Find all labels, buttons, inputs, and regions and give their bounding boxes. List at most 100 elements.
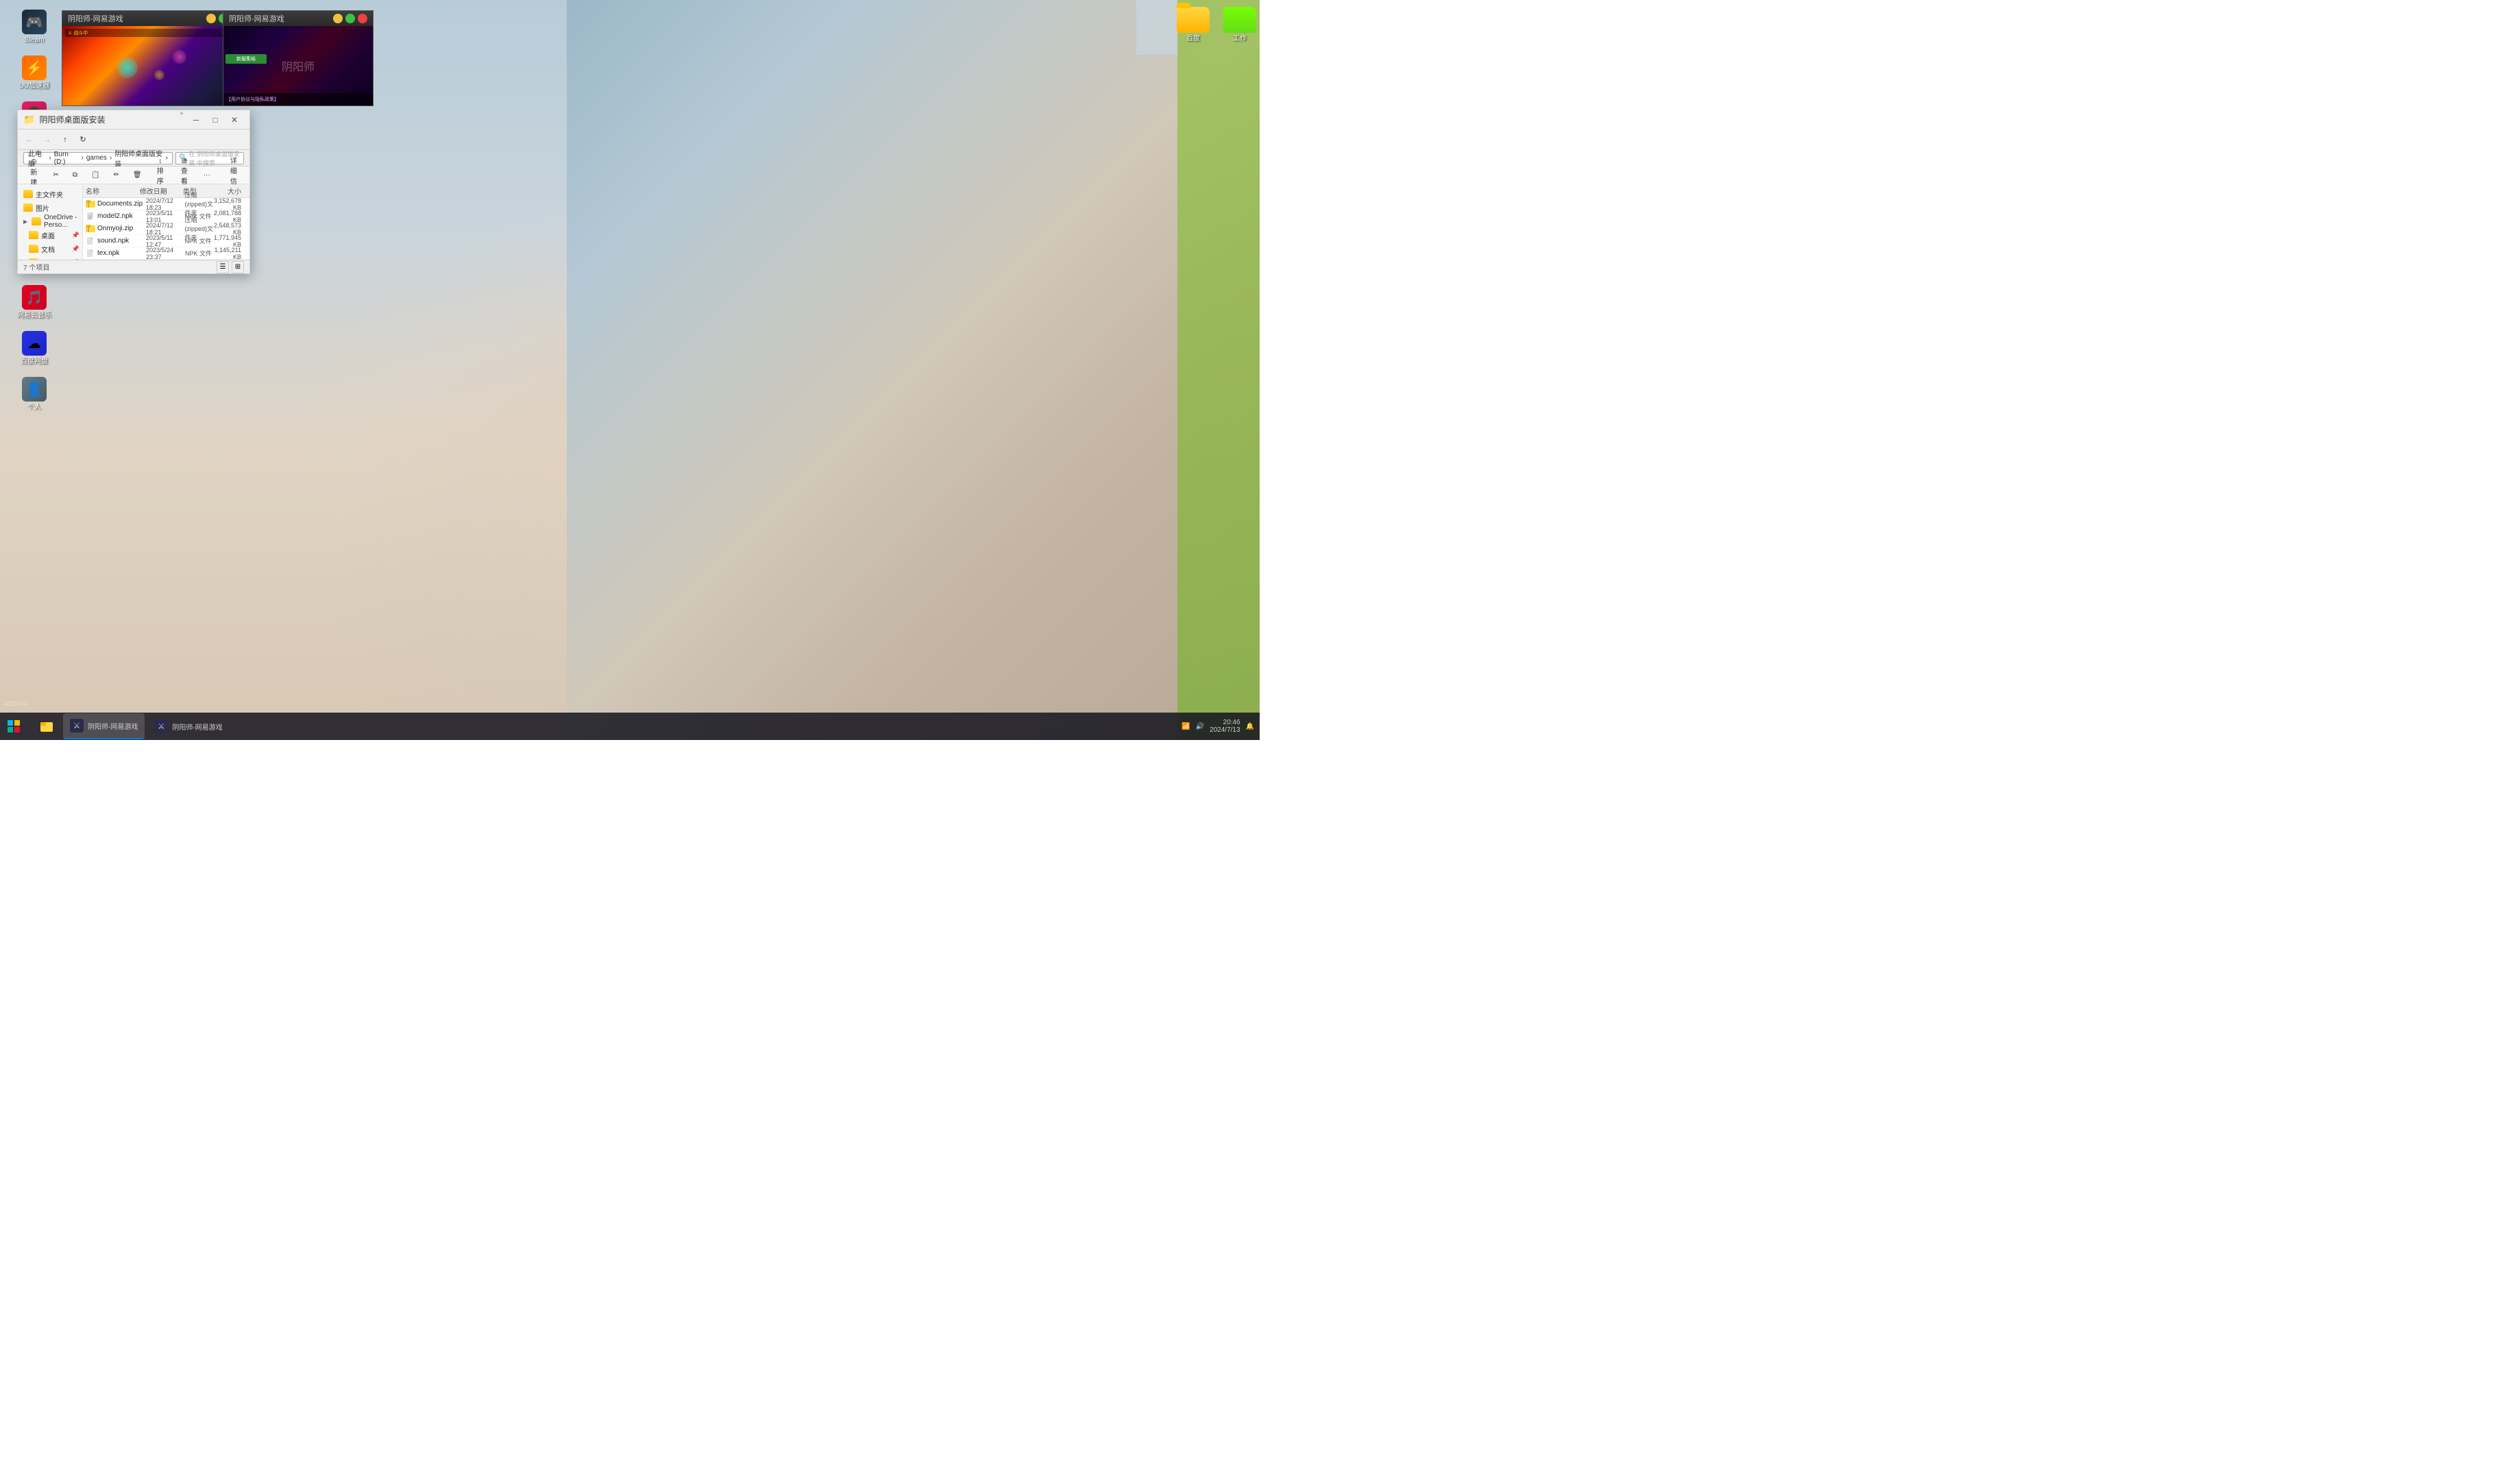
game-window-2-maximize[interactable]: □ (345, 14, 355, 23)
taskbar-right-area: 📶 🔊 20:46 2024/7/13 🔔 (1182, 719, 1260, 734)
forward-button[interactable]: → (40, 132, 55, 147)
documents-zip-name: Documents.zip (97, 200, 146, 208)
start-button[interactable] (0, 713, 27, 740)
taskbar-item-game1[interactable]: ⚔ 阴阳师-网易游戏 (63, 713, 145, 739)
desktop-icon-folder2[interactable]: 工作 (1223, 7, 1256, 43)
explorer-titlebar[interactable]: 📁 阴阳师桌面版安装 + ─ □ ✕ (18, 110, 249, 130)
game-window-1-titlebar[interactable]: 阴阳师-网易游戏 ─ □ ✕ (62, 11, 246, 26)
col-header-size[interactable]: 大小 (215, 186, 247, 196)
explorer-title-area: 📁 阴阳师桌面版安装 (23, 114, 105, 125)
explorer-address-bar: 此电脑 › Burn (D:) › games › 阴阳师桌面版安装 › 🔍 在… (18, 150, 249, 166)
explorer-statusbar: 7 个项目 ☰ ⊞ (18, 260, 249, 273)
file-row-tex-npk[interactable]: tex.npk 2023/5/24 23:37 NPK 文件 1,145,211… (83, 247, 249, 260)
desktop-icon-folder1[interactable]: 百度 (1177, 7, 1210, 43)
explorer-nav-toolbar: ← → ↑ ↻ (18, 130, 249, 150)
pictures-folder-icon (23, 204, 33, 212)
game-window-2-title: 阴阳师-网易游戏 (229, 13, 284, 24)
game-window-1-title: 阴阳师-网易游戏 (68, 13, 123, 24)
nav-documents[interactable]: 文档 📌 (18, 242, 82, 256)
game-window-2-titlebar[interactable]: 阴阳师-网易游戏 ─ □ ✕ (223, 11, 373, 26)
game-window-2-controls: ─ □ ✕ (333, 14, 367, 23)
explorer-minimize-button[interactable]: ─ (186, 110, 206, 130)
documents-nav-icon (29, 245, 38, 253)
taskbar-explorer-icon (40, 719, 53, 733)
taskbar-item-explorer[interactable] (33, 713, 60, 739)
tex-npk-date: 2023/5/24 23:37 (146, 247, 185, 260)
taskbar-game1-label: 阴阳师-网易游戏 (88, 721, 138, 731)
rename-button[interactable]: ✏ (108, 169, 123, 182)
grid-view-button[interactable]: ⊞ (232, 261, 244, 273)
model2-npk-size: 2,081,788 KB (214, 210, 247, 223)
tex-npk-name: tex.npk (97, 249, 146, 257)
view-button[interactable]: ⊞ 查看 ▾ (174, 169, 195, 182)
col-header-name[interactable]: 名称 (86, 186, 140, 196)
delete-button[interactable]: 🗑 (128, 169, 147, 182)
column-headers: 名称 修改日期 类型 大小 (83, 184, 249, 198)
onmyoji-zip-icon (86, 225, 95, 233)
new-button[interactable]: ⊕ 新建 ▾ (23, 169, 44, 182)
list-view-button[interactable]: ☰ (217, 261, 229, 273)
onedrive-folder-icon (32, 217, 41, 225)
breadcrumb-sep4: › (166, 154, 168, 162)
netease-label: 网易云音乐 (17, 312, 51, 320)
baidu-label: 百度网盘 (21, 358, 48, 366)
taskbar-clock[interactable]: 20:46 2024/7/13 (1210, 719, 1240, 734)
up-button[interactable]: ↑ (58, 132, 73, 147)
game-window-2-close[interactable]: ✕ (358, 14, 367, 23)
col-header-date[interactable]: 修改日期 (140, 186, 183, 196)
explorer-maximize-button[interactable]: □ (206, 110, 225, 130)
desktop-icon-uu[interactable]: ⚡ UU加速器 (3, 53, 65, 93)
explorer-window-controls: + ─ □ ✕ (177, 110, 244, 130)
sound-npk-size: 1,771,945 KB (214, 234, 247, 248)
sort-button[interactable]: ↕ 排序 ▾ (151, 169, 170, 182)
paste-button[interactable]: 📋 (86, 169, 104, 182)
nav-onedrive[interactable]: ▶ OneDrive - Perso... (18, 214, 82, 228)
explorer-window-title: 阴阳师桌面版安装 (39, 114, 105, 125)
onedrive-arrow-icon: ▶ (23, 219, 27, 225)
nav-main-files[interactable]: 主文件夹 (18, 187, 82, 201)
explorer-close-button[interactable]: ✕ (225, 110, 244, 130)
file-row-onmyoji-zip[interactable]: Onmyoji.zip 2024/7/12 18:21 压缩(zipped)文件… (83, 223, 249, 235)
game-window-1-minimize[interactable]: ─ (206, 14, 216, 23)
nav-desktop[interactable]: 桌面 📌 (18, 228, 82, 242)
folder2-label: 工作 (1233, 35, 1247, 43)
details-button[interactable]: 详细信息 (223, 169, 244, 182)
nav-onedrive-label: OneDrive - Perso... (44, 214, 79, 229)
model2-npk-date: 2023/5/11 13:01 (146, 210, 185, 223)
file-row-model2-npk[interactable]: model2.npk 2023/5/11 13:01 NPK 文件 2,081,… (83, 210, 249, 223)
desktop: 阴阳师-网易游戏 ─ □ ✕ ⚔ 战斗中 阴阳师-网易游戏 (0, 0, 1260, 740)
file-row-documents-zip[interactable]: Documents.zip 2024/7/12 18:23 压缩(zipped)… (83, 198, 249, 210)
desktop-icon-netease[interactable]: 🎵 网易云音乐 (3, 282, 65, 323)
game-window-1: 阴阳师-网易游戏 ─ □ ✕ ⚔ 战斗中 (62, 10, 247, 106)
desktop-pin-icon: 📌 (72, 232, 79, 239)
desktop-icon-baidu[interactable]: ☁ 百度网盘 (3, 328, 65, 369)
tex-npk-icon (86, 249, 95, 258)
breadcrumb-sep3: › (110, 154, 112, 162)
desktop-icon-person[interactable]: 👤 个人 (3, 374, 65, 415)
desktop-icon-steam[interactable]: 🎮 Steam (3, 7, 65, 47)
breadcrumb-games: games (86, 154, 107, 162)
cut-button[interactable]: ✂ (48, 169, 63, 182)
nav-desktop-label: 桌面 (41, 230, 55, 241)
netease-icon: 🎵 (22, 285, 47, 310)
refresh-button[interactable]: ↻ (75, 132, 90, 147)
more-button[interactable]: ··· (199, 169, 215, 182)
steam-label: Steam (25, 36, 45, 45)
nav-pane: 主文件夹 图片 ▶ OneDrive - Perso... 桌面 📌 (18, 184, 83, 260)
file-list-area: 名称 修改日期 类型 大小 Documents.zip 2 (83, 184, 249, 260)
add-tab-button[interactable]: + (177, 110, 186, 130)
game-window-2-minimize[interactable]: ─ (333, 14, 343, 23)
folder2-icon (1223, 7, 1256, 33)
taskbar-game1-icon: ⚔ (70, 719, 84, 732)
nav-pictures[interactable]: 图片 (18, 201, 82, 214)
breadcrumb-path[interactable]: 此电脑 › Burn (D:) › games › 阴阳师桌面版安装 › (23, 152, 173, 164)
baidu-icon: ☁ (22, 331, 47, 356)
taskbar-item-game2[interactable]: ⚔ 阴阳师-网易游戏 (147, 713, 229, 739)
taskbar: ⚔ 阴阳师-网易游戏 ⚔ 阴阳师-网易游戏 📶 🔊 20:46 2024/7/1… (0, 713, 1260, 740)
file-row-sound-npk[interactable]: sound.npk 2023/5/11 12:47 NPK 文件 1,771,9… (83, 235, 249, 247)
model2-npk-icon (86, 212, 95, 221)
sound-npk-type: NPK 文件 (184, 236, 213, 245)
copy-button[interactable]: ⧉ (68, 169, 82, 182)
tex-npk-size: 1,145,211 KB (215, 247, 247, 260)
back-button[interactable]: ← (22, 132, 37, 147)
